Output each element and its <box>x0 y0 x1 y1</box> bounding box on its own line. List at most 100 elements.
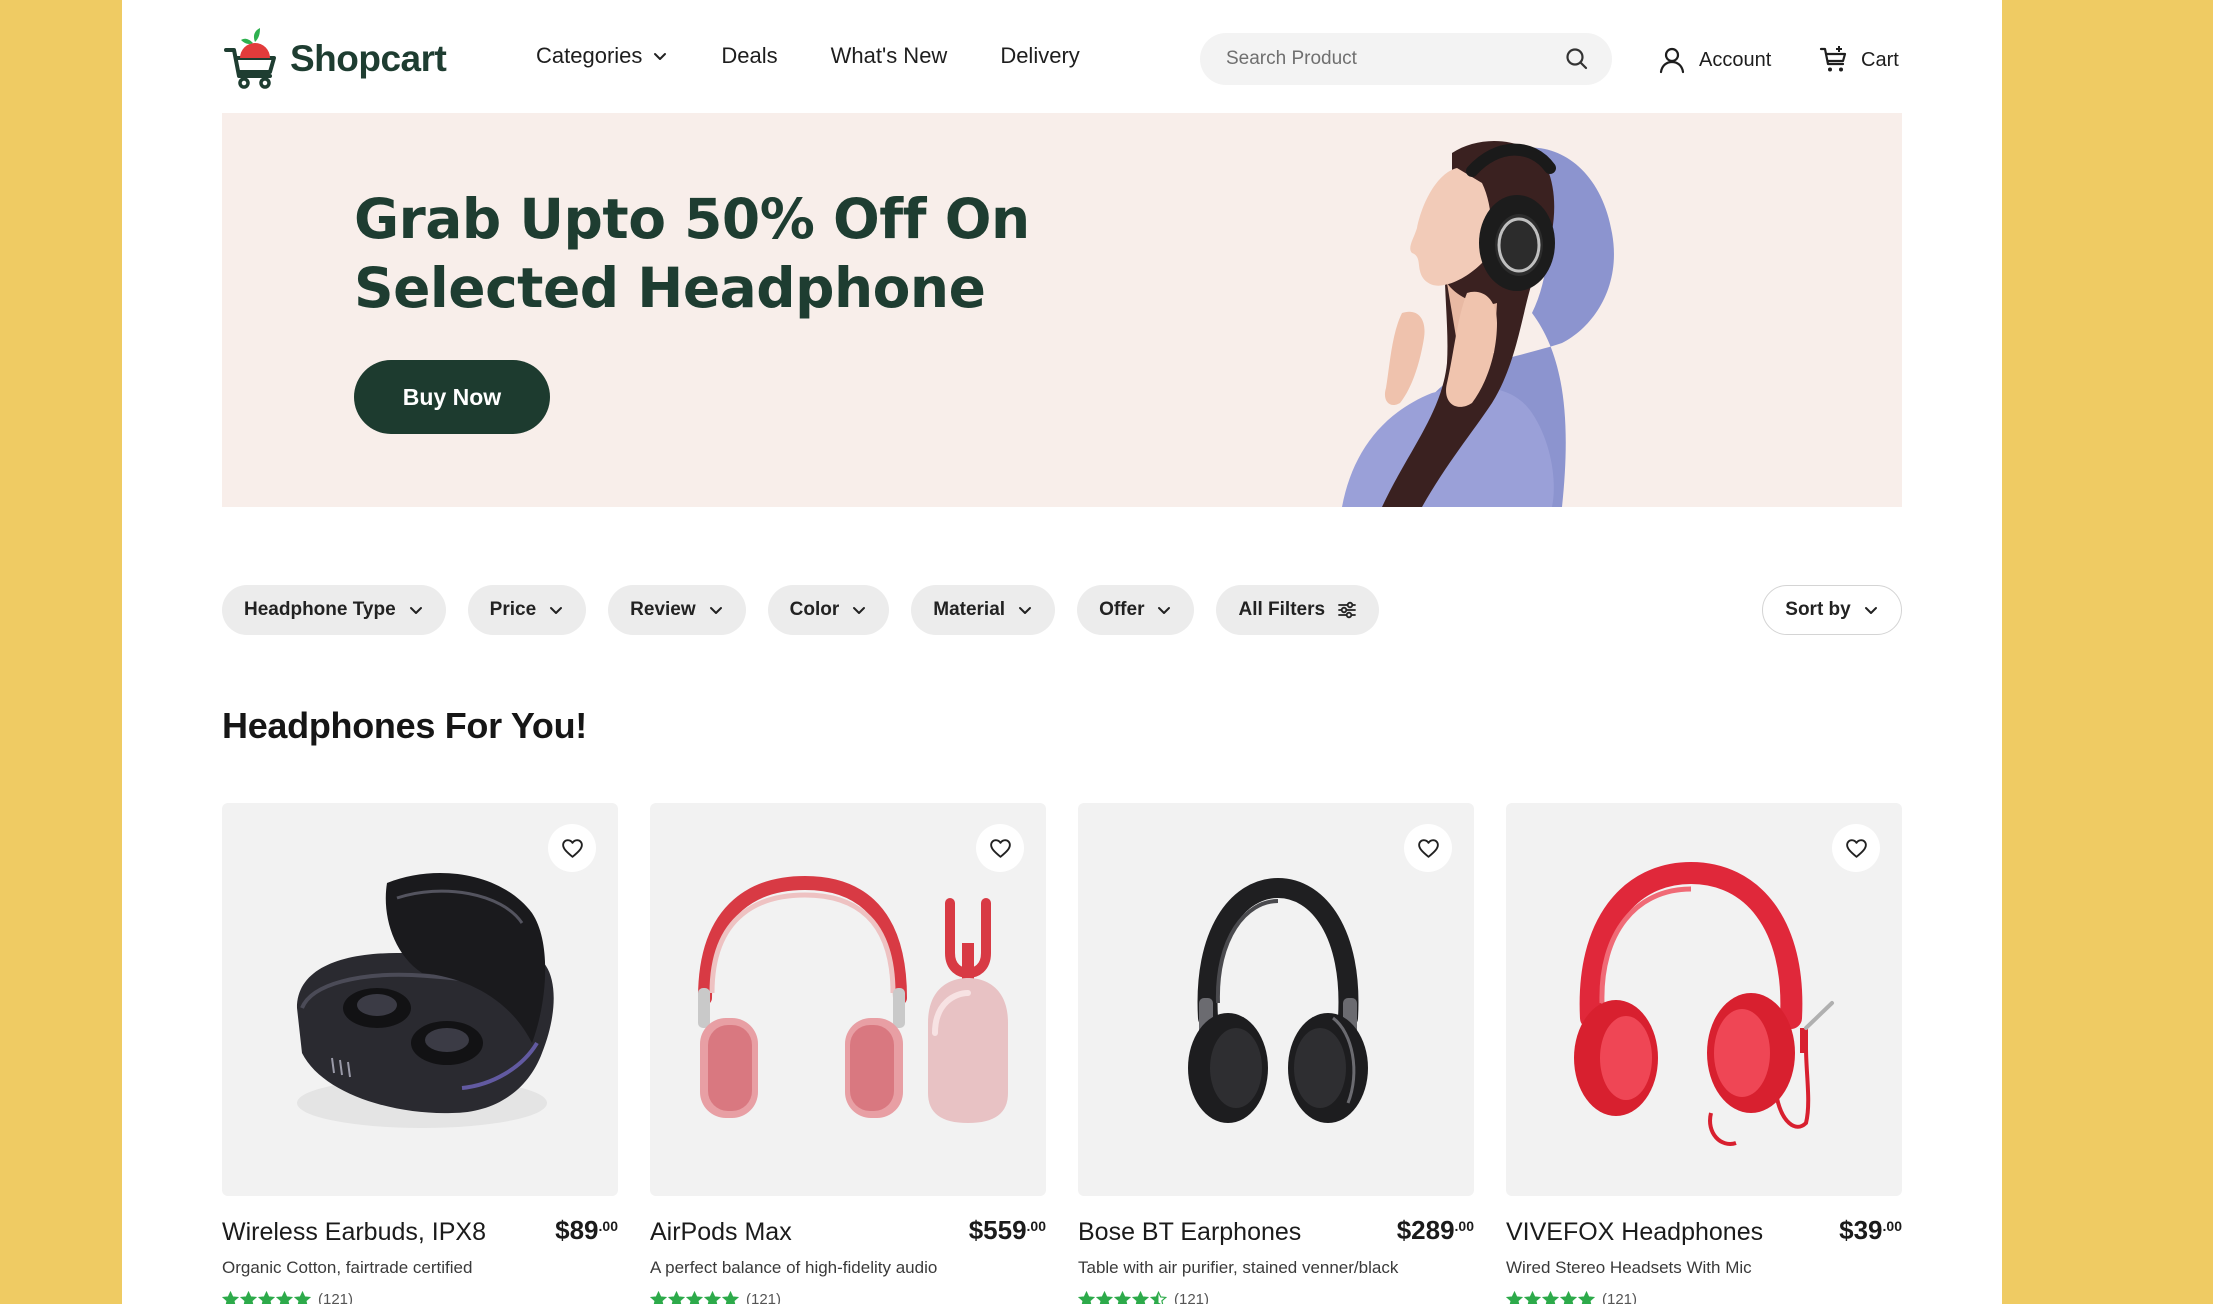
wishlist-button[interactable] <box>976 824 1024 872</box>
product-rating: (121) <box>1506 1291 1637 1304</box>
filter-material[interactable]: Material <box>911 585 1056 635</box>
sort-by-dropdown[interactable]: Sort by <box>1762 585 1902 635</box>
account-link[interactable]: Account <box>1657 45 1771 75</box>
product-price: $89.00 <box>555 1215 618 1246</box>
woman-with-headphones-image <box>1342 141 1614 507</box>
star-icon <box>1560 1291 1577 1304</box>
filter-offer[interactable]: Offer <box>1077 585 1195 635</box>
section-title: Headphones For You! <box>222 705 587 746</box>
filter-label: Material <box>933 599 1006 620</box>
sort-label: Sort by <box>1785 599 1851 620</box>
price-main: $559 <box>968 1215 1027 1245</box>
search-input[interactable] <box>1224 47 1564 71</box>
heart-icon <box>989 838 1011 858</box>
filter-all-filters[interactable]: All Filters <box>1216 585 1380 635</box>
filter-review[interactable]: Review <box>608 585 746 635</box>
chevron-down-icon <box>709 607 722 614</box>
filter-label: Offer <box>1099 599 1145 620</box>
product-image-container[interactable] <box>1078 803 1474 1196</box>
product-card[interactable]: AirPods Max $559.00 A perfect balance of… <box>650 803 1046 1304</box>
main-nav: Categories Deals What's New Delivery <box>536 43 1133 69</box>
product-image-container[interactable] <box>650 803 1046 1196</box>
cart-link[interactable]: Cart <box>1819 45 1899 75</box>
search-bar <box>1200 33 1612 85</box>
nav-label: Deals <box>721 43 778 68</box>
heart-icon <box>561 838 583 858</box>
filter-label: Review <box>630 599 696 620</box>
nav-label: What's New <box>830 43 948 68</box>
product-description: Table with air purifier, stained venner/… <box>1078 1258 1399 1277</box>
price-main: $289 <box>1396 1215 1455 1245</box>
filter-label: Headphone Type <box>244 599 396 620</box>
sliders-icon <box>1338 601 1356 619</box>
star-rating <box>222 1291 312 1304</box>
star-icon <box>668 1291 685 1304</box>
product-name[interactable]: VIVEFOX Headphones <box>1506 1218 1763 1247</box>
star-icon <box>1524 1291 1541 1304</box>
filter-headphone-type[interactable]: Headphone Type <box>222 585 446 635</box>
user-icon <box>1659 47 1685 74</box>
product-card[interactable]: Wireless Earbuds, IPX8 $89.00 Organic Co… <box>222 803 618 1304</box>
price-main: $89 <box>555 1215 599 1245</box>
rating-count: (121) <box>1602 1291 1638 1304</box>
nav-whats-new[interactable]: What's New <box>831 43 948 69</box>
price-main: $39 <box>1839 1215 1883 1245</box>
product-card[interactable]: VIVEFOX Headphones $39.00 Wired Stereo H… <box>1506 803 1902 1304</box>
star-icon <box>240 1291 257 1304</box>
chevron-down-icon <box>1864 607 1877 614</box>
rating-count: (121) <box>746 1291 782 1304</box>
heart-icon <box>1845 838 1867 858</box>
product-price: $39.00 <box>1839 1215 1902 1246</box>
product-name[interactable]: Bose BT Earphones <box>1078 1218 1301 1247</box>
nav-deals[interactable]: Deals <box>721 43 777 69</box>
product-name[interactable]: AirPods Max <box>650 1218 792 1247</box>
buy-now-button[interactable]: Buy Now <box>354 360 550 434</box>
chevron-down-icon <box>853 607 866 614</box>
product-image-container[interactable] <box>222 803 618 1196</box>
product-price: $559.00 <box>969 1215 1046 1246</box>
star-icon <box>1096 1291 1113 1304</box>
price-cents: .00 <box>1882 1218 1902 1234</box>
wishlist-button[interactable] <box>548 824 596 872</box>
product-rating: (121) <box>1078 1291 1209 1304</box>
product-description: Organic Cotton, fairtrade certified <box>222 1258 473 1277</box>
star-rating <box>650 1291 740 1304</box>
product-card[interactable]: Bose BT Earphones $289.00 Table with air… <box>1078 803 1474 1304</box>
product-grid: Wireless Earbuds, IPX8 $89.00 Organic Co… <box>222 803 1902 1304</box>
hero-title: Grab Upto 50% Off On Selected Headphone <box>354 187 1030 320</box>
star-icon <box>294 1291 311 1304</box>
nav-delivery[interactable]: Delivery <box>1000 43 1079 69</box>
page: Shopcart Categories Deals What's New Del… <box>122 0 2002 1304</box>
star-rating <box>1078 1291 1168 1304</box>
star-icon <box>222 1291 239 1304</box>
filter-label: Price <box>489 599 537 620</box>
star-icon <box>1150 1291 1167 1304</box>
star-icon <box>1078 1291 1095 1304</box>
wishlist-button[interactable] <box>1832 824 1880 872</box>
shopcart-logo-icon <box>224 28 276 89</box>
nav-categories[interactable]: Categories <box>536 43 668 69</box>
star-icon <box>686 1291 703 1304</box>
star-icon <box>704 1291 721 1304</box>
filter-bar: Headphone Type Price Review Color Materi… <box>222 585 1401 635</box>
product-name[interactable]: Wireless Earbuds, IPX8 <box>222 1218 486 1247</box>
filter-price[interactable]: Price <box>467 585 587 635</box>
hero-banner: Grab Upto 50% Off On Selected Headphone … <box>222 113 1902 507</box>
product-description: A perfect balance of high-fidelity audio <box>650 1258 938 1277</box>
logo-text: Shopcart <box>290 38 447 79</box>
product-image-container[interactable] <box>1506 803 1902 1196</box>
product-rating: (121) <box>222 1291 353 1304</box>
wishlist-button[interactable] <box>1404 824 1452 872</box>
star-icon <box>276 1291 293 1304</box>
account-label: Account <box>1699 48 1772 71</box>
cart-label: Cart <box>1861 48 1899 71</box>
star-icon <box>1506 1291 1523 1304</box>
price-cents: .00 <box>1026 1218 1046 1234</box>
logo[interactable]: Shopcart <box>222 28 447 90</box>
search-icon[interactable] <box>1564 46 1590 72</box>
chevron-down-icon <box>1158 607 1171 614</box>
price-cents: .00 <box>1454 1218 1474 1234</box>
star-rating <box>1506 1291 1596 1304</box>
star-icon <box>1132 1291 1149 1304</box>
filter-color[interactable]: Color <box>767 585 890 635</box>
